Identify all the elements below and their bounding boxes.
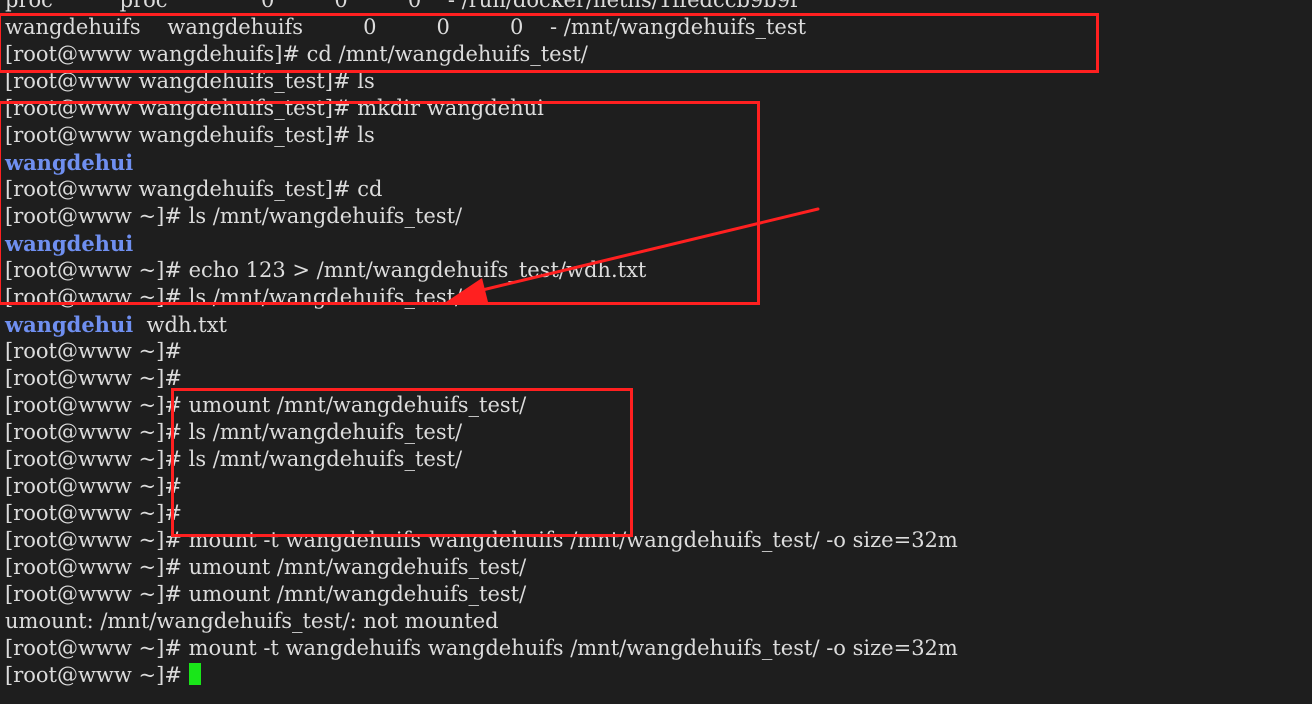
annotation-arrow bbox=[446, 207, 820, 302]
terminal-window[interactable]: proc proc 0 0 0 - /run/docker/netns/1ffe… bbox=[0, 0, 1312, 704]
